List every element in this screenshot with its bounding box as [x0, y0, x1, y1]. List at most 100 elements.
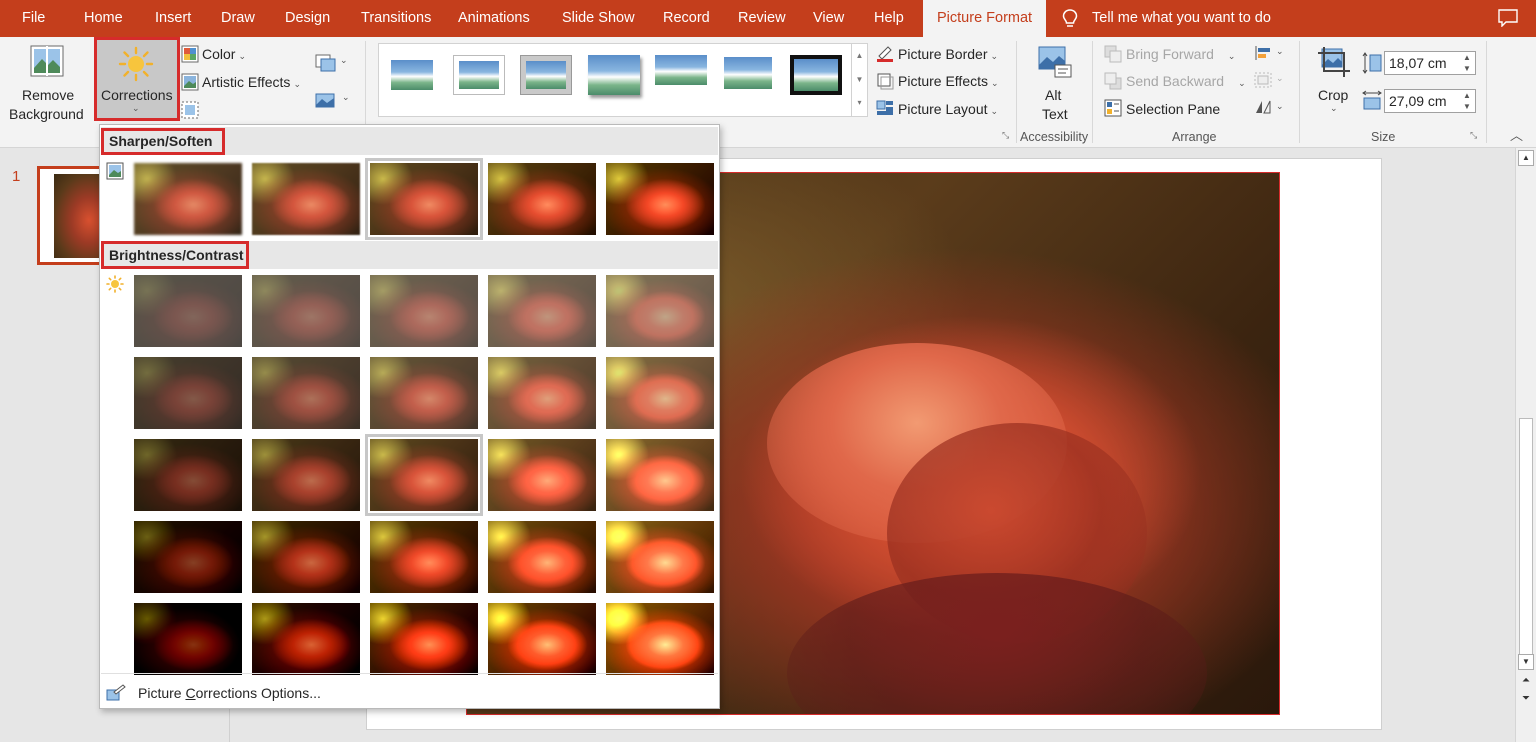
- brightness-option-r3-c1[interactable]: [134, 439, 242, 511]
- sharpen-option-4[interactable]: [488, 163, 596, 235]
- brightness-option-r5-c1[interactable]: [134, 603, 242, 675]
- brightness-option-r4-c1[interactable]: [134, 521, 242, 593]
- picture-styles-launcher-icon[interactable]: ⤡: [1002, 130, 1009, 141]
- brightness-option-r4-c3-preview: [370, 521, 478, 593]
- brightness-option-r4-c4[interactable]: [488, 521, 596, 593]
- brightness-option-r3-c3[interactable]: [365, 434, 483, 516]
- height-down-icon[interactable]: ▼: [1461, 63, 1473, 74]
- styles-gallery-scroll[interactable]: ▲ ▼ ▾: [851, 44, 867, 116]
- size-launcher-icon[interactable]: ⤡: [1470, 130, 1477, 141]
- tab-picture-format[interactable]: Picture Format: [923, 0, 1047, 37]
- picture-style-6[interactable]: [722, 55, 774, 95]
- change-picture-icon[interactable]: [315, 91, 337, 109]
- picture-layout-button[interactable]: Picture Layout ⌄: [898, 101, 998, 117]
- brightness-option-r1-c3[interactable]: [370, 275, 478, 347]
- remove-background-label-1[interactable]: Remove: [22, 87, 74, 103]
- picture-style-2-preview: [459, 61, 499, 89]
- comment-icon[interactable]: [1498, 9, 1518, 27]
- align-icon[interactable]: [1254, 45, 1272, 61]
- selection-pane-button[interactable]: Selection Pane: [1126, 101, 1220, 117]
- brightness-option-r5-c5[interactable]: [606, 603, 714, 675]
- scroll-up-icon[interactable]: ▲: [1518, 150, 1534, 166]
- tab-home[interactable]: Home: [84, 0, 123, 37]
- next-slide-icon[interactable]: ⏷: [1518, 692, 1534, 708]
- artistic-effects-button[interactable]: Artistic Effects ⌄: [202, 74, 301, 90]
- picture-style-4[interactable]: [588, 55, 640, 95]
- brightness-option-r4-c2[interactable]: [252, 521, 360, 593]
- brightness-option-r1-c2[interactable]: [252, 275, 360, 347]
- alt-text-label-2[interactable]: Text: [1042, 106, 1068, 122]
- brightness-option-r3-c4[interactable]: [488, 439, 596, 511]
- group-icon[interactable]: [1254, 72, 1272, 88]
- previous-slide-icon[interactable]: ⏶: [1518, 674, 1534, 690]
- align-chevron-icon: ⌄: [1276, 46, 1284, 56]
- tab-design[interactable]: Design: [285, 0, 330, 37]
- brightness-option-r2-c5[interactable]: [606, 357, 714, 429]
- picture-border-button[interactable]: Picture Border ⌄: [898, 46, 998, 62]
- height-up-icon[interactable]: ▲: [1461, 52, 1473, 63]
- transparency-icon[interactable]: [181, 101, 199, 119]
- sharpen-option-2[interactable]: [252, 163, 360, 235]
- brightness-option-r2-c3[interactable]: [370, 357, 478, 429]
- tab-file[interactable]: File: [22, 0, 45, 37]
- collapse-ribbon-icon[interactable]: ︿: [1510, 125, 1523, 144]
- brightness-option-r2-c4[interactable]: [488, 357, 596, 429]
- sharpen-option-5[interactable]: [606, 163, 714, 235]
- picture-effects-button[interactable]: Picture Effects ⌄: [898, 73, 999, 89]
- picture-style-7[interactable]: [790, 55, 842, 95]
- tab-insert[interactable]: Insert: [155, 0, 191, 37]
- rotate-icon[interactable]: [1254, 99, 1272, 115]
- picture-style-2[interactable]: [453, 55, 505, 95]
- corrections-chevron-icon: ⌄: [132, 103, 140, 113]
- tab-draw[interactable]: Draw: [221, 0, 255, 37]
- brightness-option-r1-c1[interactable]: [134, 275, 242, 347]
- width-down-icon[interactable]: ▼: [1461, 101, 1473, 112]
- styles-scroll-up-icon[interactable]: ▲: [852, 44, 867, 68]
- brightness-option-r2-c2[interactable]: [252, 357, 360, 429]
- remove-background-label-2[interactable]: Background: [9, 106, 84, 122]
- brightness-option-r5-c4[interactable]: [488, 603, 596, 675]
- picture-corrections-options[interactable]: Picture Corrections Options...: [106, 681, 321, 705]
- shape-width-field[interactable]: 27,09 cm ▲ ▼: [1384, 89, 1476, 113]
- send-backward-button[interactable]: Send Backward ⌄: [1126, 73, 1246, 89]
- bring-forward-button[interactable]: Bring Forward ⌄: [1126, 46, 1235, 62]
- tab-review[interactable]: Review: [738, 0, 786, 37]
- tab-transitions[interactable]: Transitions: [361, 0, 431, 37]
- vertical-scrollbar[interactable]: ▲ ▼ ⏶ ⏷: [1515, 148, 1536, 742]
- picture-style-3[interactable]: [520, 55, 572, 95]
- compress-pictures-icon[interactable]: [315, 54, 337, 72]
- alt-text-label-1[interactable]: Alt: [1045, 87, 1061, 103]
- ribbon-separator: [1092, 41, 1093, 143]
- scroll-down-icon[interactable]: ▼: [1518, 654, 1534, 670]
- sharpen-option-1[interactable]: [134, 163, 242, 235]
- tab-view[interactable]: View: [813, 0, 844, 37]
- width-up-icon[interactable]: ▲: [1461, 90, 1473, 101]
- brightness-option-r4-c3[interactable]: [370, 521, 478, 593]
- sharpen-option-3[interactable]: [365, 158, 483, 240]
- tell-me-search[interactable]: Tell me what you want to do: [1062, 0, 1271, 37]
- tab-record[interactable]: Record: [663, 0, 710, 37]
- artistic-effects-label: Artistic Effects: [202, 74, 291, 90]
- shape-height-field[interactable]: 18,07 cm ▲ ▼: [1384, 51, 1476, 75]
- brightness-option-r1-c4[interactable]: [488, 275, 596, 347]
- picture-effects-chevron-icon: ⌄: [991, 78, 999, 88]
- styles-more-icon[interactable]: ▾: [852, 92, 867, 114]
- brightness-option-r1-c5[interactable]: [606, 275, 714, 347]
- remove-background-icon: [30, 45, 64, 77]
- brightness-option-r4-c5[interactable]: [606, 521, 714, 593]
- crop-label[interactable]: Crop: [1318, 87, 1348, 103]
- picture-style-5[interactable]: [655, 55, 707, 89]
- brightness-option-r2-c1[interactable]: [134, 357, 242, 429]
- shape-height-value: 18,07 cm: [1389, 55, 1447, 71]
- scrollbar-thumb[interactable]: [1519, 418, 1533, 658]
- tab-help[interactable]: Help: [874, 0, 904, 37]
- picture-style-1[interactable]: [386, 55, 438, 95]
- color-button[interactable]: Color ⌄: [202, 46, 246, 62]
- brightness-option-r5-c2[interactable]: [252, 603, 360, 675]
- brightness-option-r5-c3[interactable]: [370, 603, 478, 675]
- styles-scroll-down-icon[interactable]: ▼: [852, 68, 867, 92]
- brightness-option-r3-c2[interactable]: [252, 439, 360, 511]
- tab-animations[interactable]: Animations: [458, 0, 530, 37]
- brightness-option-r3-c5[interactable]: [606, 439, 714, 511]
- tab-slide-show[interactable]: Slide Show: [562, 0, 635, 37]
